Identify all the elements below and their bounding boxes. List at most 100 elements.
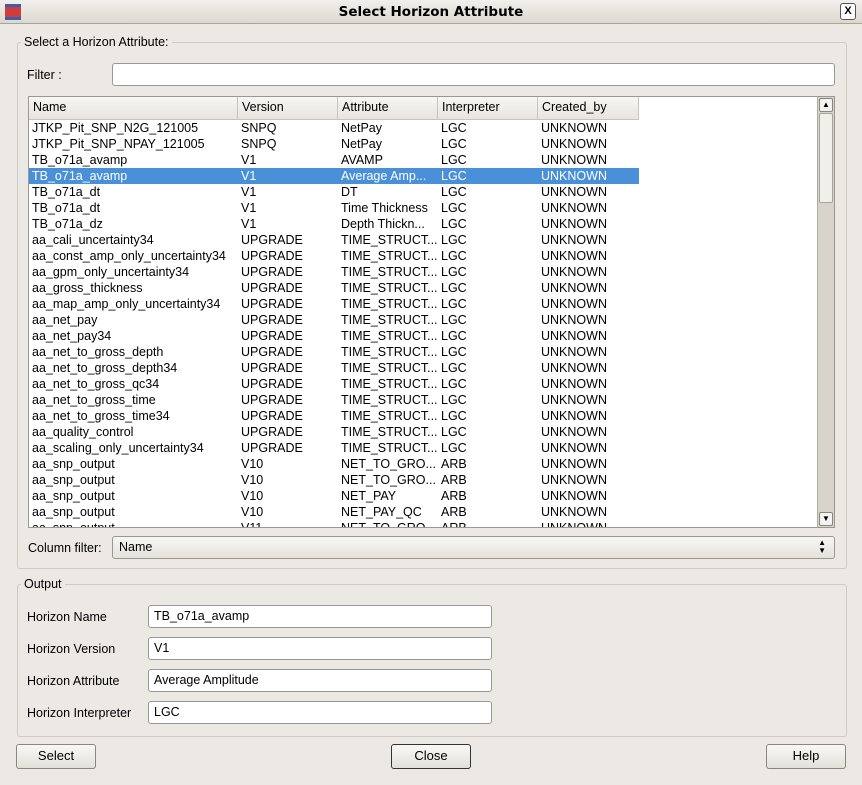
select-attribute-legend: Select a Horizon Attribute: bbox=[21, 35, 172, 49]
column-header-attribute[interactable]: Attribute bbox=[338, 97, 438, 120]
table-cell-version: UPGRADE bbox=[241, 345, 303, 359]
close-button[interactable]: Close bbox=[391, 744, 471, 769]
table-cell-interpreter: ARB bbox=[441, 473, 467, 487]
filter-input[interactable] bbox=[112, 63, 835, 86]
table-cell-created-by: UNKNOWN bbox=[541, 329, 607, 343]
table-cell-version: V11 bbox=[241, 521, 263, 528]
table-row[interactable]: JTKP_Pit_SNP_NPAY_121005 SNPQ NetPay LGC UNK… bbox=[29, 136, 818, 152]
output-field-input[interactable]: Average Amplitude bbox=[148, 669, 492, 692]
table-cell-version: UPGRADE bbox=[241, 233, 303, 247]
table-row[interactable]: TB_o71a_dz V1 Depth Thickn... LGC UNKNOWN bbox=[29, 216, 818, 232]
table-cell-version: V10 bbox=[241, 489, 264, 503]
table-row[interactable]: aa_snp_output V10 NET_PAY ARB UNKNOWN bbox=[29, 488, 818, 504]
table-row[interactable]: TB_o71a_avamp V1 Average Amp... LGC UNKNOWN bbox=[29, 168, 639, 184]
table-cell-name: JTKP_Pit_SNP_N2G_121005 bbox=[32, 121, 199, 135]
table-cell-name: aa_snp_output bbox=[32, 521, 115, 528]
table-cell-interpreter: LGC bbox=[441, 265, 467, 279]
scroll-up-icon[interactable]: ▲ bbox=[819, 98, 833, 112]
table-cell-attribute: TIME_STRUCT... bbox=[341, 377, 438, 391]
table-cell-interpreter: LGC bbox=[441, 169, 467, 183]
table-cell-attribute: Time Thickness bbox=[341, 201, 428, 215]
table-cell-version: UPGRADE bbox=[241, 329, 303, 343]
table-cell-version: V10 bbox=[241, 473, 264, 487]
table-cell-version: UPGRADE bbox=[241, 377, 303, 391]
help-button[interactable]: Help bbox=[766, 744, 846, 769]
output-field-input[interactable]: LGC bbox=[148, 701, 492, 724]
table-cell-created-by: UNKNOWN bbox=[541, 185, 607, 199]
table-cell-attribute: Average Amp... bbox=[341, 169, 427, 183]
output-field-input[interactable]: V1 bbox=[148, 637, 492, 660]
horizon-table: Name Version Attribute Interpreter Creat… bbox=[28, 96, 835, 528]
select-button[interactable]: Select bbox=[16, 744, 96, 769]
column-filter-select[interactable]: Name ▲ ▼ bbox=[112, 536, 835, 559]
table-cell-version: UPGRADE bbox=[241, 265, 303, 279]
close-window-button[interactable]: X bbox=[840, 3, 856, 20]
table-row[interactable]: aa_net_pay UPGRADE TIME_STRUCT... LGC UNKNOW… bbox=[29, 312, 818, 328]
table-row[interactable]: aa_net_pay34 UPGRADE TIME_STRUCT... LGC UNKN… bbox=[29, 328, 818, 344]
table-row[interactable]: aa_net_to_gross_time34 UPGRADE TIME_STRUCT… bbox=[29, 408, 818, 424]
table-row[interactable]: TB_o71a_dt V1 Time Thickness LGC UNKNOWN bbox=[29, 200, 818, 216]
table-cell-interpreter: LGC bbox=[441, 153, 467, 167]
table-cell-created-by: UNKNOWN bbox=[541, 457, 607, 471]
table-row[interactable]: aa_snp_output V10 NET_TO_GRO... ARB UNKNOWN bbox=[29, 456, 818, 472]
table-cell-attribute: TIME_STRUCT... bbox=[341, 441, 438, 455]
table-cell-version: SNPQ bbox=[241, 121, 277, 135]
table-cell-name: TB_o71a_dz bbox=[32, 217, 103, 231]
table-cell-version: V1 bbox=[241, 169, 257, 183]
table-cell-name: aa_net_to_gross_depth bbox=[32, 345, 164, 359]
table-row[interactable]: aa_map_amp_only_uncertainty34 UPGRADE TIME… bbox=[29, 296, 818, 312]
column-header-version[interactable]: Version bbox=[238, 97, 338, 120]
spinner-arrows-icon: ▲ ▼ bbox=[818, 538, 826, 555]
table-row[interactable]: aa_quality_control UPGRADE TIME_STRUCT... L… bbox=[29, 424, 818, 440]
table-cell-name: aa_map_amp_only_uncertainty34 bbox=[32, 297, 221, 311]
table-cell-name: aa_cali_uncertainty34 bbox=[32, 233, 154, 247]
column-header-created-by[interactable]: Created_by bbox=[538, 97, 639, 120]
table-row[interactable]: aa_net_to_gross_depth UPGRADE TIME_STRUCT.… bbox=[29, 344, 818, 360]
table-cell-version: UPGRADE bbox=[241, 249, 303, 263]
table-cell-version: UPGRADE bbox=[241, 393, 303, 407]
table-cell-attribute: NET_PAY_QC bbox=[341, 505, 422, 519]
table-row[interactable]: aa_net_to_gross_time UPGRADE TIME_STRUCT..… bbox=[29, 392, 818, 408]
table-cell-interpreter: LGC bbox=[441, 233, 467, 247]
table-cell-attribute: TIME_STRUCT... bbox=[341, 233, 438, 247]
column-header-interpreter[interactable]: Interpreter bbox=[438, 97, 538, 120]
table-row[interactable]: aa_gpm_only_uncertainty34 UPGRADE TIME_STR… bbox=[29, 264, 818, 280]
table-row[interactable]: aa_snp_output V11 NET_TO_GRO... ARB UNKNOWN bbox=[29, 520, 818, 528]
vertical-scrollbar[interactable]: ▲ ▼ bbox=[817, 97, 834, 527]
table-cell-version: UPGRADE bbox=[241, 409, 303, 423]
table-row[interactable]: aa_net_to_gross_qc34 UPGRADE TIME_STRUCT..… bbox=[29, 376, 818, 392]
table-row[interactable]: TB_o71a_avamp V1 AVAMP LGC UNKNOWN bbox=[29, 152, 818, 168]
table-row[interactable]: aa_const_amp_only_uncertainty34 UPGRADE TI… bbox=[29, 248, 818, 264]
table-cell-attribute: TIME_STRUCT... bbox=[341, 249, 438, 263]
table-cell-created-by: UNKNOWN bbox=[541, 201, 607, 215]
scroll-thumb[interactable] bbox=[819, 113, 833, 203]
table-cell-version: UPGRADE bbox=[241, 297, 303, 311]
table-cell-version: V1 bbox=[241, 185, 257, 199]
table-cell-interpreter: ARB bbox=[441, 521, 467, 528]
table-cell-created-by: UNKNOWN bbox=[541, 521, 607, 528]
table-cell-created-by: UNKNOWN bbox=[541, 441, 607, 455]
table-cell-name: aa_net_to_gross_qc34 bbox=[32, 377, 160, 391]
table-cell-version: V1 bbox=[241, 201, 257, 215]
table-cell-name: JTKP_Pit_SNP_NPAY_121005 bbox=[32, 137, 205, 151]
column-filter-value: Name bbox=[119, 540, 153, 554]
table-cell-interpreter: LGC bbox=[441, 201, 467, 215]
column-header-name[interactable]: Name bbox=[29, 97, 238, 120]
scroll-down-icon[interactable]: ▼ bbox=[819, 512, 833, 526]
output-field-input[interactable]: TB_o71a_avamp bbox=[148, 605, 492, 628]
table-row[interactable]: aa_snp_output V10 NET_TO_GRO... ARB UNKNOWN bbox=[29, 472, 818, 488]
table-cell-interpreter: LGC bbox=[441, 345, 467, 359]
table-row[interactable]: aa_gross_thickness UPGRADE TIME_STRUCT... L… bbox=[29, 280, 818, 296]
table-cell-interpreter: LGC bbox=[441, 217, 467, 231]
table-cell-created-by: UNKNOWN bbox=[541, 265, 607, 279]
table-row[interactable]: aa_snp_output V10 NET_PAY_QC ARB UNKNOWN bbox=[29, 504, 818, 520]
table-row[interactable]: aa_cali_uncertainty34 UPGRADE TIME_STRUCT.… bbox=[29, 232, 818, 248]
table-cell-name: TB_o71a_dt bbox=[32, 185, 101, 199]
table-cell-created-by: UNKNOWN bbox=[541, 425, 607, 439]
table-row[interactable]: aa_scaling_only_uncertainty34 UPGRADE TIME… bbox=[29, 440, 818, 456]
table-row[interactable]: aa_net_to_gross_depth34 UPGRADE TIME_STRUC… bbox=[29, 360, 818, 376]
table-row[interactable]: JTKP_Pit_SNP_N2G_121005 SNPQ NetPay LGC UNKN… bbox=[29, 120, 818, 136]
table-cell-created-by: UNKNOWN bbox=[541, 121, 607, 135]
table-row[interactable]: TB_o71a_dt V1 DT LGC UNKNOWN bbox=[29, 184, 818, 200]
table-cell-created-by: UNKNOWN bbox=[541, 153, 607, 167]
